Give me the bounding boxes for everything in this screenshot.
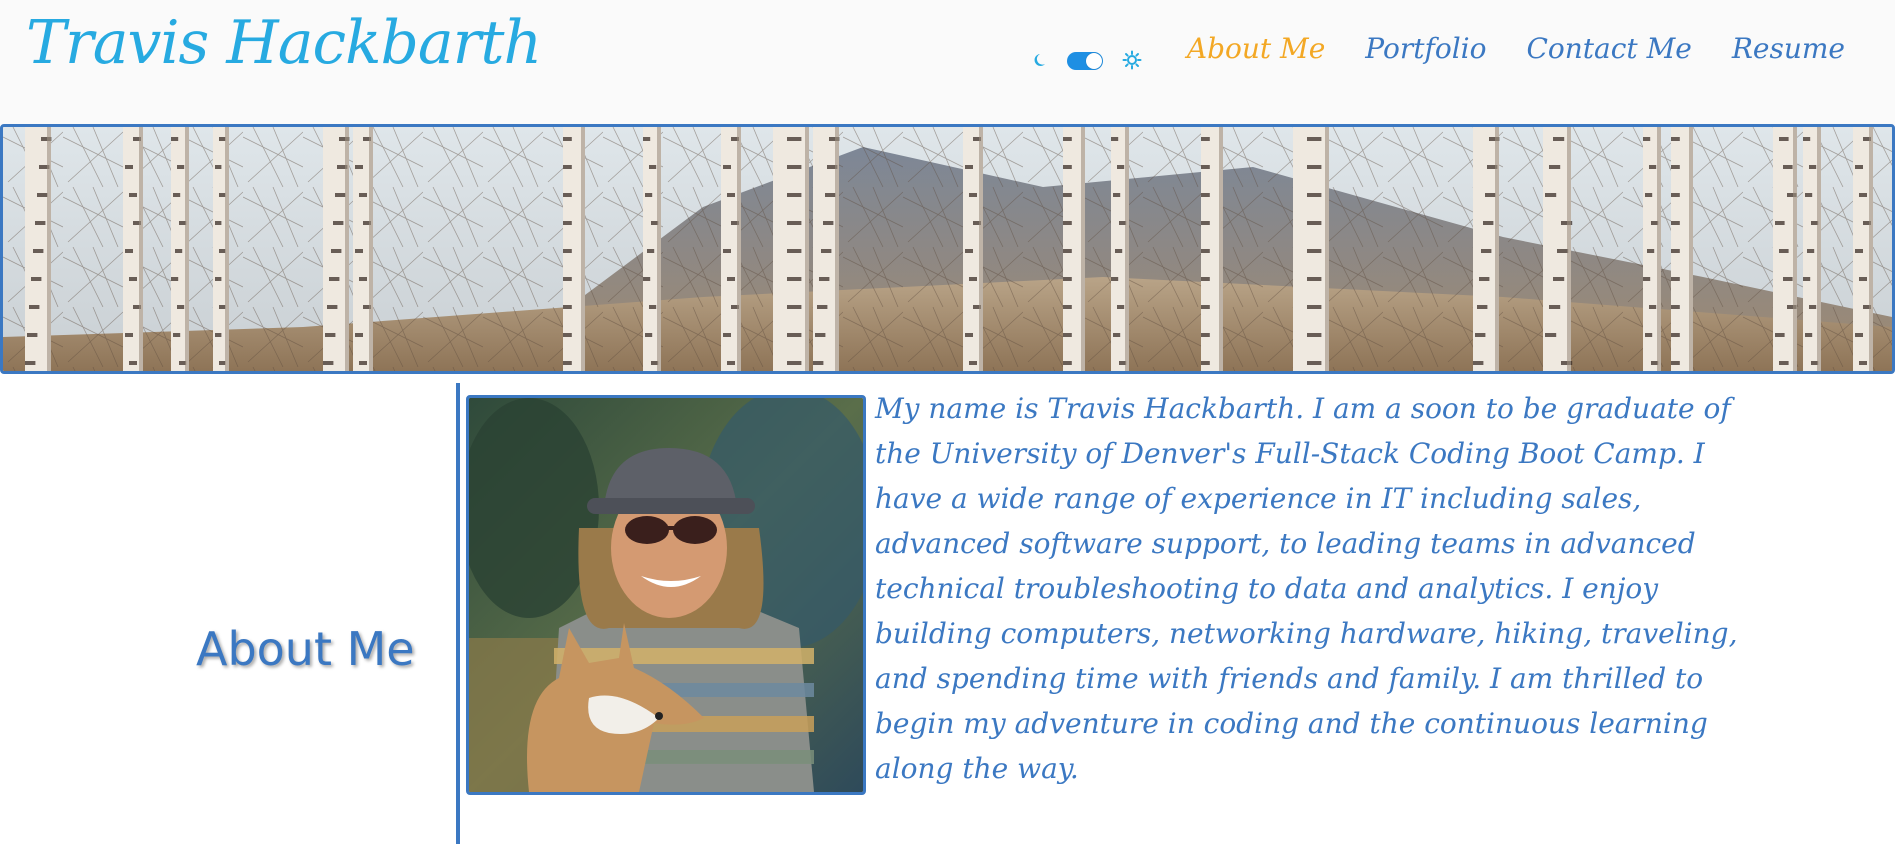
- profile-photo-with-dog: [469, 398, 863, 792]
- moon-icon: [1034, 54, 1045, 66]
- main-nav: About Me Portfolio Contact Me Resume: [1187, 32, 1845, 65]
- nav-resume[interactable]: Resume: [1732, 32, 1845, 65]
- birch-forest-banner-image: [3, 127, 1892, 371]
- profile-photo: [466, 395, 866, 795]
- nav-portfolio[interactable]: Portfolio: [1365, 32, 1486, 65]
- about-heading: About Me: [196, 622, 415, 676]
- theme-switch[interactable]: [1067, 52, 1103, 70]
- sun-gear-icon: [1122, 50, 1142, 70]
- nav-contact-me[interactable]: Contact Me: [1526, 32, 1691, 65]
- theme-switch-knob: [1086, 53, 1102, 69]
- nav-about-me[interactable]: About Me: [1187, 32, 1325, 65]
- theme-toggle[interactable]: [1030, 48, 1146, 74]
- banner-image: [0, 124, 1895, 374]
- about-text: My name is Travis Hackbarth. I am a soon…: [875, 392, 1738, 785]
- site-header: Travis Hackbarth About Me Portfolio Cont: [0, 0, 1895, 125]
- section-divider: [456, 383, 460, 844]
- site-title[interactable]: Travis Hackbarth: [26, 8, 542, 78]
